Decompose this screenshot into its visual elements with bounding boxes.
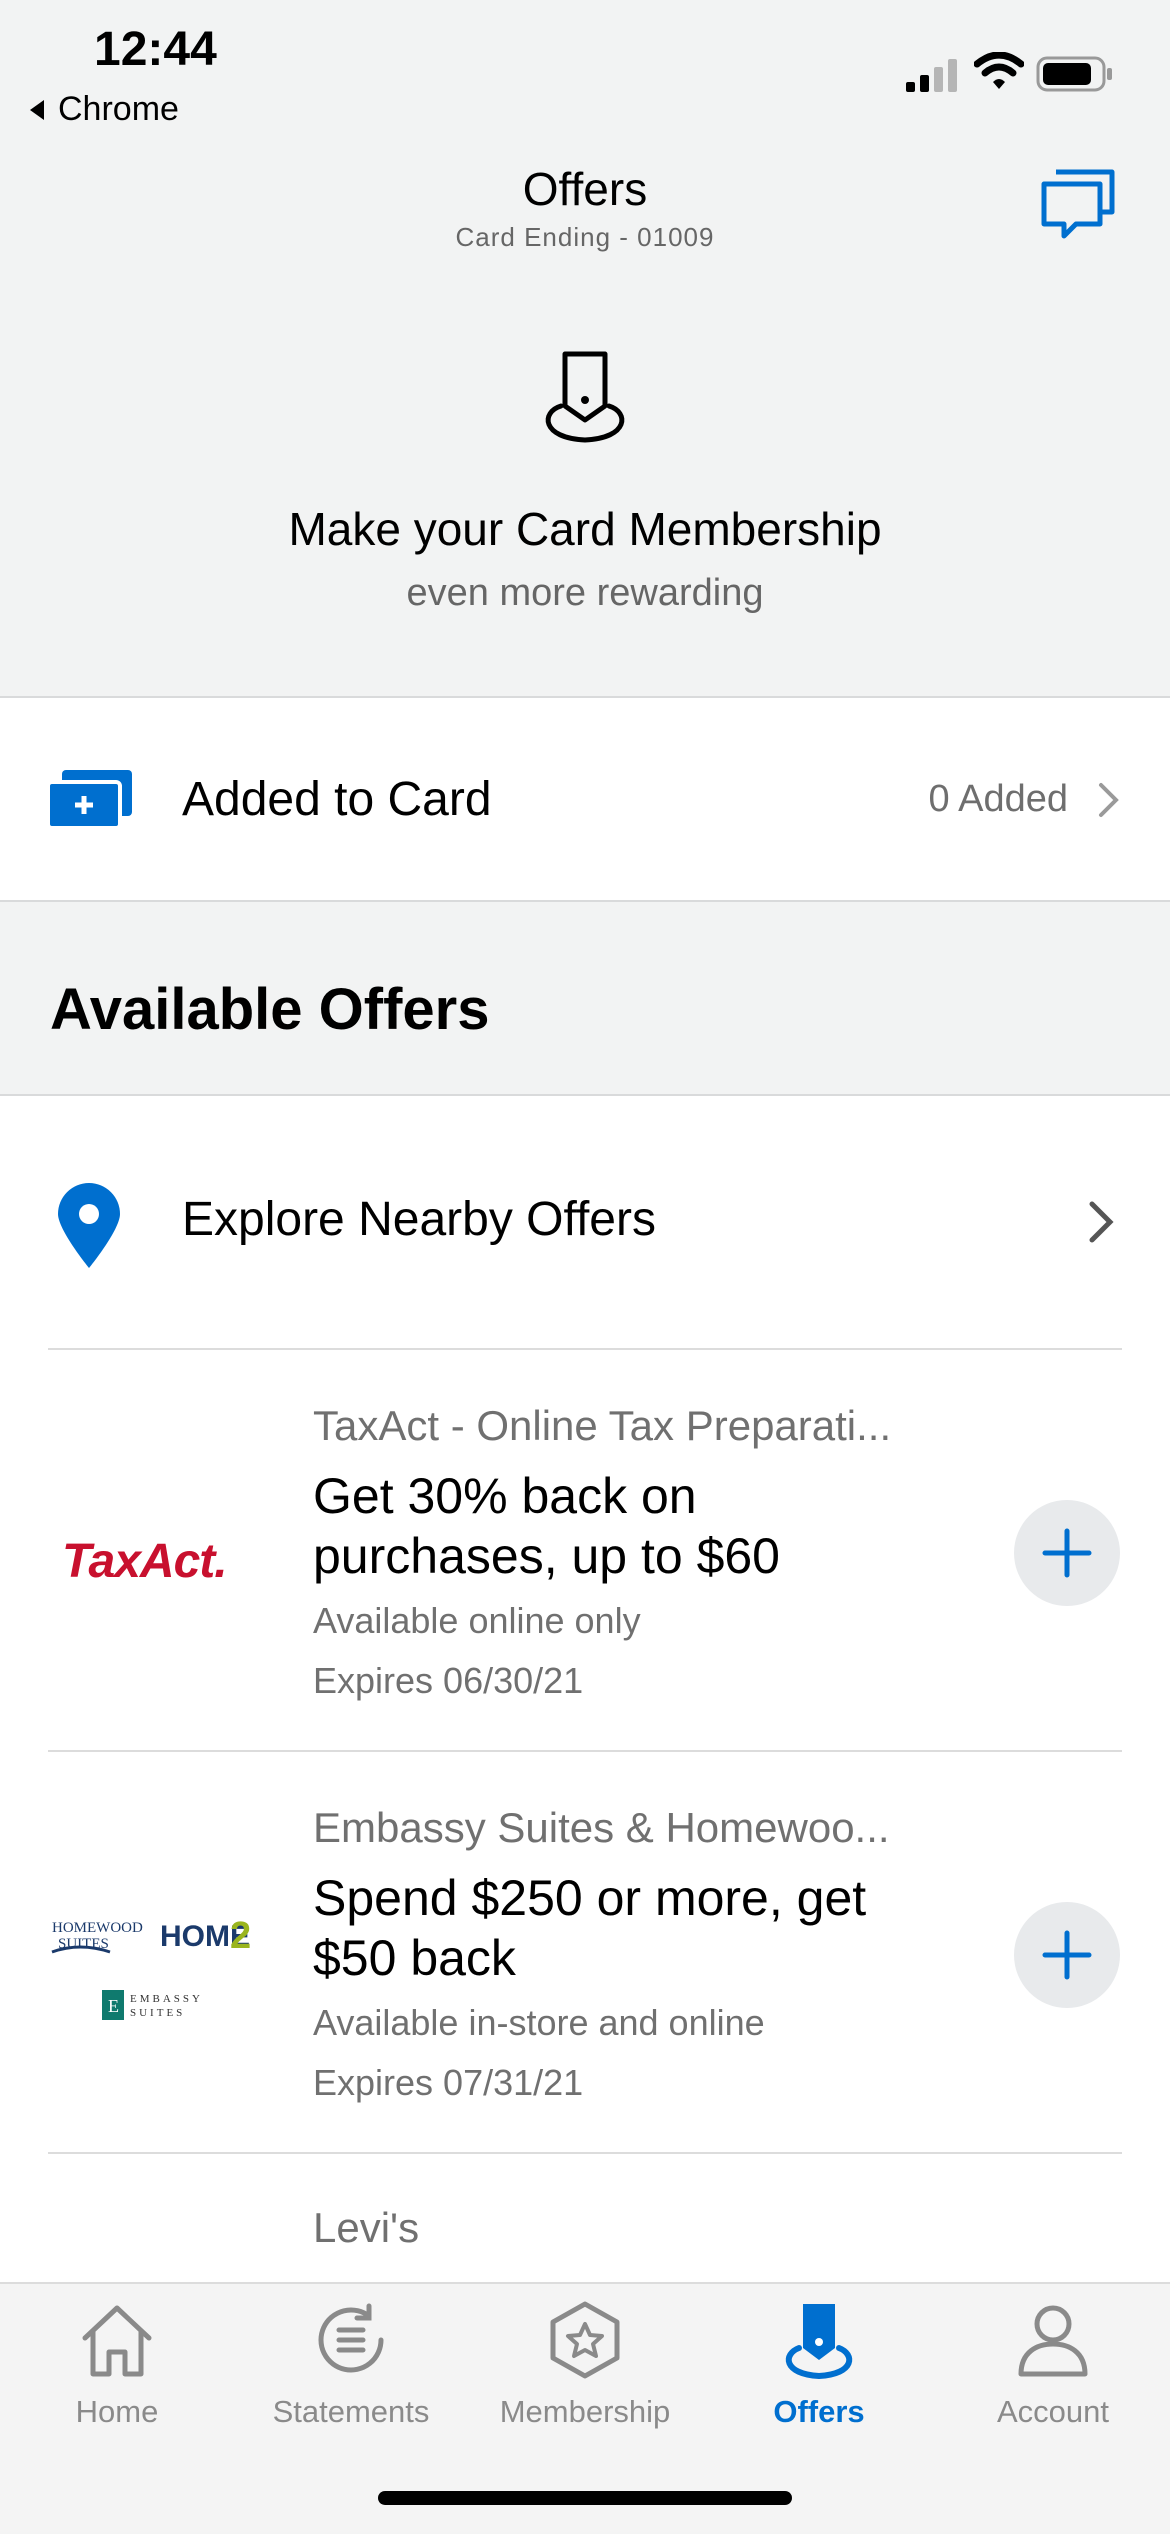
tab-account[interactable]: Account	[936, 2284, 1170, 2464]
taxact-logo: TaxAct.	[62, 1535, 228, 1588]
offer-merchant: TaxAct - Online Tax Preparati...	[313, 1402, 892, 1449]
location-pin-icon	[58, 1183, 120, 1268]
chevron-right-icon	[1089, 1201, 1114, 1243]
battery-icon	[1036, 56, 1112, 92]
add-offer-button[interactable]	[1014, 1902, 1120, 2008]
section-heading: Available Offers	[50, 977, 490, 1042]
offer-headline: Get 30% back on purchases, up to $60	[313, 1468, 780, 1584]
person-icon	[1018, 2305, 1088, 2377]
offer-channel: Available online only	[313, 1600, 641, 1641]
card-add-icon	[48, 770, 132, 828]
offer-card-taxact: TaxAct. TaxAct - Online Tax Preparati...…	[0, 1350, 1170, 1750]
star-badge-icon	[550, 2301, 620, 2379]
wifi-icon	[974, 52, 1024, 89]
svg-text:EMBASSY: EMBASSY	[130, 1993, 203, 2005]
chat-icon[interactable]	[1040, 166, 1118, 242]
svg-text:SUITES: SUITES	[130, 2007, 185, 2019]
tab-label: Membership	[499, 2394, 671, 2429]
tab-label: Home	[75, 2394, 159, 2429]
status-time: 12:44	[94, 23, 217, 76]
offer-expiry: Expires 06/30/21	[313, 1660, 584, 1701]
house-icon	[82, 2305, 152, 2377]
offer-headline: Spend $250 or more, get $50 back	[313, 1870, 867, 1986]
tab-label: Offers	[773, 2394, 865, 2429]
offer-channel: Available in-store and online	[313, 2002, 765, 2043]
svg-text:E: E	[108, 1996, 119, 2016]
divider	[48, 2152, 1122, 2154]
svg-text:HOMEWOOD: HOMEWOOD	[52, 1920, 143, 1936]
back-triangle-icon	[30, 99, 44, 120]
tab-statements[interactable]: Statements	[234, 2284, 468, 2464]
home-indicator[interactable]	[378, 2491, 792, 2505]
hero-title: Make your Card Membership	[288, 503, 882, 555]
statement-icon	[318, 2303, 384, 2373]
available-offers-header: Available Offers	[0, 902, 1170, 1094]
plus-icon	[1042, 1528, 1092, 1578]
tab-offers[interactable]: Offers	[702, 2284, 936, 2464]
header-area: 12:44 Chrome Offers Card Ending - 01009 …	[0, 0, 1170, 696]
offers-tag-icon	[785, 2304, 853, 2380]
back-app-label: Chrome	[58, 90, 179, 128]
explore-nearby-row[interactable]: Explore Nearby Offers	[0, 1096, 1170, 1348]
tab-label: Account	[996, 2394, 1109, 2429]
svg-text:2: 2	[230, 1915, 251, 1957]
added-count: 0 Added	[928, 778, 1068, 820]
page-title: Offers	[522, 163, 648, 215]
card-ending-label: Card Ending - 01009	[455, 222, 715, 252]
explore-nearby-label: Explore Nearby Offers	[182, 1193, 656, 1246]
offer-card-hilton: HOMEWOOD SUITES HOME 2 E EMBASSY SUITES …	[0, 1752, 1170, 2152]
added-to-card-label: Added to Card	[182, 773, 492, 826]
offer-merchant: Levi's	[313, 2204, 420, 2251]
hilton-brands-logo: HOMEWOOD SUITES HOME 2 E EMBASSY SUITES	[51, 1915, 251, 2020]
tab-home[interactable]: Home	[0, 2284, 234, 2464]
cellular-signal-icon	[906, 59, 957, 92]
tab-label: Statements	[272, 2394, 430, 2429]
offer-merchant: Embassy Suites & Homewoo...	[313, 1804, 890, 1851]
plus-icon	[1042, 1930, 1092, 1980]
hero-subtitle: even more rewarding	[406, 572, 764, 614]
add-offer-button[interactable]	[1014, 1500, 1120, 1606]
back-to-app-link[interactable]: Chrome	[30, 90, 179, 129]
tab-membership[interactable]: Membership	[468, 2284, 702, 2464]
added-to-card-row[interactable]: Added to Card 0 Added	[0, 698, 1170, 900]
offers-tag-icon	[545, 351, 625, 443]
chevron-right-icon	[1099, 783, 1119, 817]
offer-expiry: Expires 07/31/21	[313, 2062, 584, 2103]
